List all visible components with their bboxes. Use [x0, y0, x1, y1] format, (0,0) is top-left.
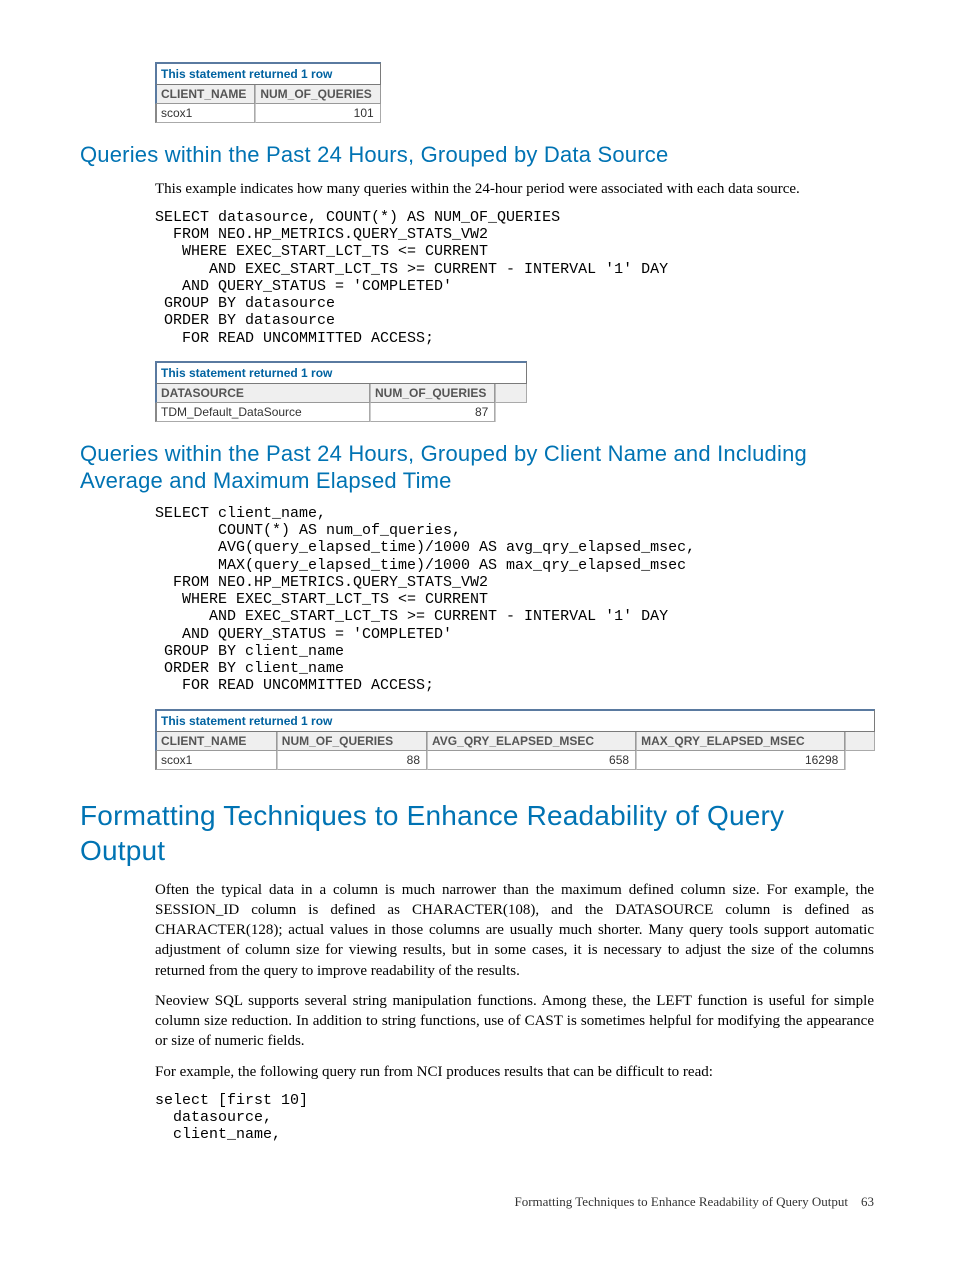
cell-max-elapsed: 16298	[636, 751, 845, 770]
cell-num-queries: 87	[370, 403, 495, 422]
col-header: CLIENT_NAME	[155, 85, 255, 104]
col-header: NUM_OF_QUERIES	[255, 85, 380, 104]
col-header: AVG_QRY_ELAPSED_MSEC	[427, 732, 636, 751]
result-table-clientname-elapsed: This statement returned 1 row CLIENT_NAM…	[155, 709, 875, 770]
col-spacer	[495, 384, 527, 403]
page-footer: Formatting Techniques to Enhance Readabi…	[80, 1194, 874, 1210]
col-spacer	[845, 732, 875, 751]
cell-spacer	[495, 403, 527, 422]
col-header: DATASOURCE	[155, 384, 370, 403]
cell-client-name: scox1	[155, 751, 277, 770]
code-block-datasource-query: SELECT datasource, COUNT(*) AS NUM_OF_QU…	[155, 209, 874, 347]
cell-client-name: scox1	[155, 104, 255, 123]
table-row: scox1 101	[155, 104, 381, 123]
para-formatting-2: Neoview SQL supports several string mani…	[155, 991, 874, 1052]
result-table-client-queries: This statement returned 1 row CLIENT_NAM…	[155, 62, 381, 123]
col-header: MAX_QRY_ELAPSED_MSEC	[636, 732, 845, 751]
result-table-datasource: This statement returned 1 row DATASOURCE…	[155, 361, 527, 422]
para-formatting-1: Often the typical data in a column is mu…	[155, 880, 874, 981]
cell-datasource: TDM_Default_DataSource	[155, 403, 370, 422]
col-header: CLIENT_NAME	[155, 732, 277, 751]
result-caption: This statement returned 1 row	[155, 361, 527, 384]
table-row: TDM_Default_DataSource 87	[155, 403, 527, 422]
cell-num-queries: 101	[255, 104, 380, 123]
heading-formatting-techniques: Formatting Techniques to Enhance Readabi…	[80, 798, 874, 868]
code-block-clientname-query: SELECT client_name, COUNT(*) AS num_of_q…	[155, 505, 874, 695]
cell-num-queries: 88	[277, 751, 427, 770]
heading-grouped-clientname-elapsed: Queries within the Past 24 Hours, Groupe…	[80, 440, 874, 495]
table-row: scox1 88 658 16298	[155, 751, 875, 770]
code-block-first10: select [first 10] datasource, client_nam…	[155, 1092, 874, 1144]
cell-avg-elapsed: 658	[427, 751, 636, 770]
heading-grouped-by-datasource: Queries within the Past 24 Hours, Groupe…	[80, 141, 874, 169]
col-header: NUM_OF_QUERIES	[277, 732, 427, 751]
footer-title: Formatting Techniques to Enhance Readabi…	[514, 1194, 848, 1209]
page-number: 63	[861, 1194, 874, 1209]
col-header: NUM_OF_QUERIES	[370, 384, 495, 403]
para-formatting-3: For example, the following query run fro…	[155, 1062, 874, 1082]
result-caption: This statement returned 1 row	[155, 709, 875, 732]
para-intro-datasource: This example indicates how many queries …	[155, 179, 874, 199]
cell-spacer	[845, 751, 875, 770]
result-caption: This statement returned 1 row	[155, 62, 381, 85]
